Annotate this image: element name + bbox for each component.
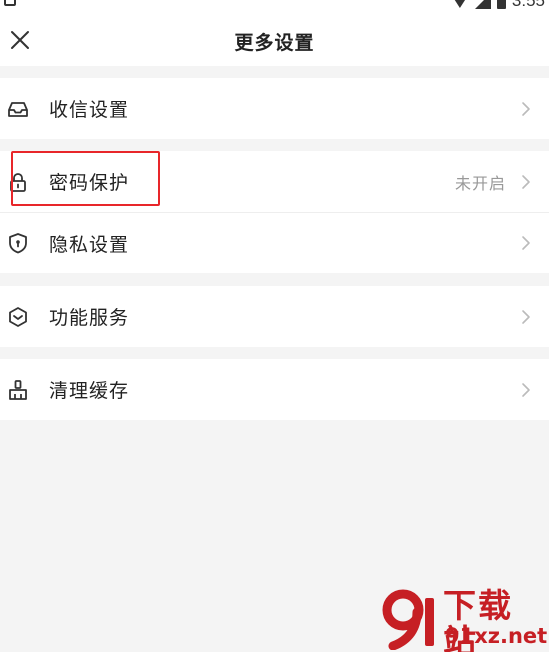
broom-icon	[9, 379, 27, 400]
settings-group-cache: 清理缓存	[0, 359, 549, 420]
settings-group-services: 功能服务	[0, 286, 549, 347]
settings-row-label: 收信设置	[49, 99, 130, 121]
battery-icon	[496, 0, 506, 9]
chevron-right-icon	[522, 309, 530, 324]
watermark: 下载站 91xz.net	[381, 588, 548, 652]
service-cube-icon	[9, 306, 27, 327]
chevron-right-icon	[522, 174, 530, 189]
header-bar: 更多设置	[0, 14, 549, 66]
chevron-right-icon	[522, 382, 530, 397]
chevron-right-icon	[522, 101, 530, 116]
chevron-right-icon	[522, 236, 530, 250]
inbox-icon	[8, 101, 28, 117]
watermark-domain: 91xz.net	[445, 624, 548, 648]
shield-icon	[9, 233, 27, 254]
status-bar: 3:55	[0, 0, 549, 14]
highlight-annotation	[11, 151, 160, 206]
status-text: 未开启	[454, 173, 506, 193]
settings-group-mail: 收信设置	[0, 78, 549, 139]
signal-icon	[474, 0, 491, 9]
settings-row-mail[interactable]: 收信设置	[0, 78, 549, 139]
wifi-icon	[450, 0, 469, 8]
settings-row-privacy[interactable]: 隐私设置	[0, 212, 549, 273]
settings-row-label: 隐私设置	[49, 233, 130, 256]
site-logo-icon	[382, 589, 434, 650]
settings-row-services[interactable]: 功能服务	[0, 286, 549, 347]
settings-row-label: 清理缓存	[49, 380, 130, 402]
notification-icon	[4, 0, 16, 6]
settings-row-label: 功能服务	[49, 307, 130, 329]
status-time: 3:55	[511, 0, 545, 10]
status-indicators: 3:55	[450, 0, 545, 10]
page-title: 更多设置	[234, 32, 315, 54]
settings-row-clear-cache[interactable]: 清理缓存	[0, 359, 549, 420]
